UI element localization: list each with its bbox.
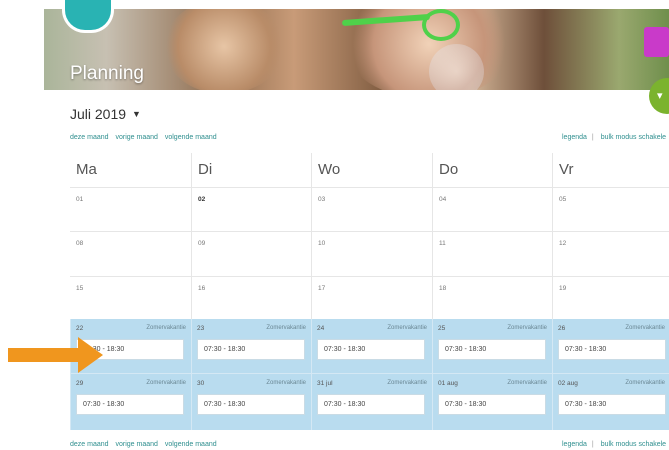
- day-number: 24: [317, 325, 325, 332]
- chevron-down-icon: ▾: [657, 90, 663, 102]
- day-number: 25: [438, 325, 446, 332]
- vacation-day-cell[interactable]: 02 aug Zomervakantie 07:30 - 18:30: [552, 374, 669, 430]
- day-number: 23: [197, 325, 205, 332]
- time-slot-field[interactable]: 07:30 - 18:30: [438, 339, 546, 360]
- day-cell[interactable]: 19: [552, 277, 669, 320]
- vacation-day-cell[interactable]: 30 Zomervakantie 07:30 - 18:30: [191, 374, 311, 430]
- soap-bubble: [429, 44, 484, 90]
- prev-month-link[interactable]: vorige maand: [115, 441, 157, 448]
- vacation-day-cell[interactable]: 31 jul Zomervakantie 07:30 - 18:30: [311, 374, 432, 430]
- banner-photo-hand: [164, 9, 284, 90]
- day-header-do: Do: [432, 153, 552, 187]
- actions-nav-top: legenda | bulk modus schakele: [562, 134, 669, 141]
- header-banner: Planning: [44, 9, 669, 90]
- vacation-label: Zomervakantie: [266, 380, 306, 386]
- day-cell[interactable]: 04: [432, 188, 552, 232]
- week-row: 01 02 03 04 05: [70, 187, 669, 232]
- day-cell[interactable]: 10: [311, 232, 432, 277]
- time-slot-field[interactable]: 07:30 - 18:30: [438, 394, 546, 415]
- day-cell[interactable]: 01: [70, 188, 191, 232]
- next-month-link[interactable]: volgende maand: [165, 441, 217, 448]
- vacation-label: Zomervakantie: [146, 325, 186, 331]
- bulk-mode-link[interactable]: bulk modus schakele: [601, 134, 666, 141]
- vacation-day-cell[interactable]: 01 aug Zomervakantie 07:30 - 18:30: [432, 374, 552, 430]
- actions-nav-bottom: legenda | bulk modus schakele: [562, 441, 669, 448]
- nav-separator: |: [591, 134, 594, 141]
- time-slot-field[interactable]: 07:30 - 18:30: [558, 339, 666, 360]
- day-cell[interactable]: 03: [311, 188, 432, 232]
- vacation-label: Zomervakantie: [507, 325, 547, 331]
- day-cell[interactable]: 17: [311, 277, 432, 320]
- day-number: 01 aug: [438, 380, 458, 387]
- vacation-week-row: 29 Zomervakantie 07:30 - 18:30 30 Zomervaka…: [70, 373, 669, 430]
- bubble-wand-pink: [644, 27, 669, 57]
- month-selector[interactable]: Juli 2019 ▼: [70, 106, 141, 122]
- vacation-day-cell[interactable]: 29 Zomervakantie 07:30 - 18:30: [70, 374, 191, 430]
- day-cell[interactable]: 08: [70, 232, 191, 277]
- day-number: 29: [76, 380, 84, 387]
- vacation-label: Zomervakantie: [507, 380, 547, 386]
- this-month-link[interactable]: deze maand: [70, 134, 109, 141]
- time-slot-field[interactable]: 07:30 - 18:30: [76, 394, 184, 415]
- this-month-link[interactable]: deze maand: [70, 441, 109, 448]
- day-header-ma: Ma: [76, 161, 97, 178]
- time-slot-field[interactable]: 07:30 - 18:30: [197, 394, 305, 415]
- month-nav-top: deze maand vorige maand volgende maand: [70, 134, 222, 141]
- day-number: 22: [76, 325, 84, 332]
- day-header-di: Di: [191, 153, 311, 187]
- prev-month-link[interactable]: vorige maand: [115, 134, 157, 141]
- vacation-day-cell[interactable]: 25 Zomervakantie 07:30 - 18:30: [432, 319, 552, 373]
- time-slot-field[interactable]: 07:30 - 18:30: [558, 394, 666, 415]
- vacation-week-row: 22 Zomervakantie 07:30 - 18:30 23 Zomervaka…: [70, 319, 669, 373]
- day-number: 26: [558, 325, 566, 332]
- arrow-pointer-icon: [8, 337, 103, 373]
- day-number: 02 aug: [558, 380, 578, 387]
- nav-separator: |: [591, 441, 594, 448]
- next-month-link[interactable]: volgende maand: [165, 134, 217, 141]
- page-title: Planning: [70, 63, 144, 84]
- vacation-label: Zomervakantie: [387, 380, 427, 386]
- week-row: 08 09 10 11 12: [70, 231, 669, 277]
- bulk-mode-link[interactable]: bulk modus schakele: [601, 441, 666, 448]
- time-slot-field[interactable]: 07:30 - 18:30: [317, 394, 425, 415]
- vacation-label: Zomervakantie: [625, 380, 665, 386]
- day-cell[interactable]: 09: [191, 232, 311, 277]
- day-cell[interactable]: 12: [552, 232, 669, 277]
- legend-link[interactable]: legenda: [562, 134, 587, 141]
- bubble-wand-ring: [422, 9, 460, 41]
- vacation-day-cell[interactable]: 24 Zomervakantie 07:30 - 18:30: [311, 319, 432, 373]
- legend-link[interactable]: legenda: [562, 441, 587, 448]
- day-cell-today[interactable]: 02: [191, 188, 311, 232]
- month-nav-bottom: deze maand vorige maand volgende maand: [70, 441, 222, 448]
- vacation-day-cell[interactable]: 23 Zomervakantie 07:30 - 18:30: [191, 319, 311, 373]
- day-header-wo: Wo: [311, 153, 432, 187]
- day-cell[interactable]: 05: [552, 188, 669, 232]
- day-cell[interactable]: 18: [432, 277, 552, 320]
- day-cell[interactable]: 11: [432, 232, 552, 277]
- vacation-label: Zomervakantie: [266, 325, 306, 331]
- day-header-vr: Vr: [552, 153, 669, 187]
- day-cell[interactable]: 15: [70, 277, 191, 320]
- vacation-label: Zomervakantie: [625, 325, 665, 331]
- time-slot-field[interactable]: 07:30 - 18:30: [197, 339, 305, 360]
- caret-down-icon: ▼: [132, 109, 141, 119]
- day-number: 31 jul: [317, 380, 333, 387]
- day-number: 30: [197, 380, 205, 387]
- time-slot-field[interactable]: 07:30 - 18:30: [317, 339, 425, 360]
- vacation-day-cell[interactable]: 26 Zomervakantie 07:30 - 18:30: [552, 319, 669, 373]
- week-row: 15 16 17 18 19: [70, 276, 669, 320]
- month-label: Juli 2019: [70, 106, 127, 122]
- vacation-label: Zomervakantie: [387, 325, 427, 331]
- vacation-label: Zomervakantie: [146, 380, 186, 386]
- day-cell[interactable]: 16: [191, 277, 311, 320]
